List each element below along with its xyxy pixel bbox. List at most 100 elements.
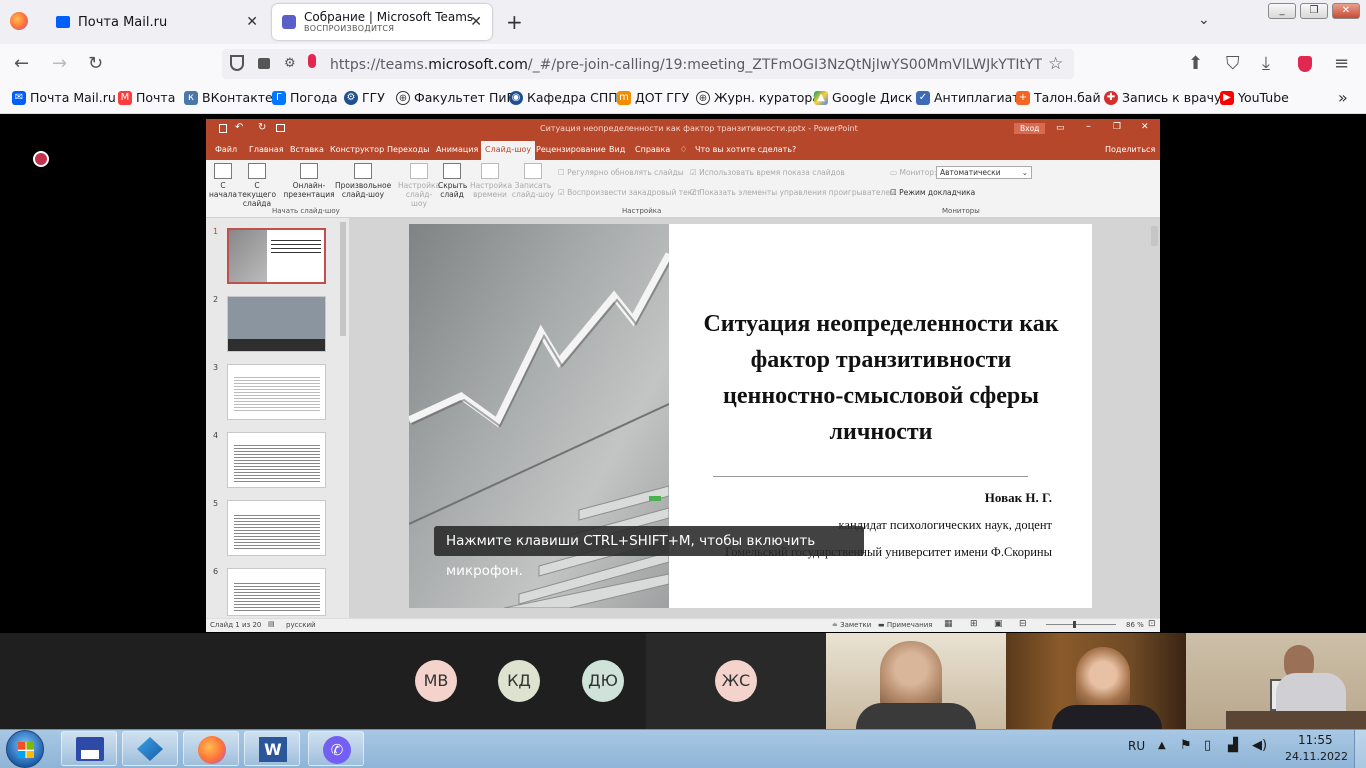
bookmark-item[interactable]: ✓ Антиплагиат (916, 90, 1020, 105)
clock-time[interactable]: 11:55 (1298, 733, 1333, 747)
participant-video[interactable] (1006, 633, 1186, 729)
device-icon[interactable]: ▯ (1204, 738, 1211, 753)
bookmark-item[interactable]: ▲ Google Диск (814, 90, 912, 105)
menu-review[interactable]: Рецензирование (536, 145, 606, 154)
bookmark-item[interactable]: ✚ Запись к врачу (1104, 90, 1221, 105)
input-language[interactable]: RU (1128, 739, 1145, 753)
menu-help[interactable]: Справка (635, 145, 670, 154)
normal-view-icon[interactable]: ▦ (944, 619, 953, 629)
tab-list-chevron-icon[interactable]: ⌄ (1198, 12, 1210, 28)
taskbar-app-firefox[interactable] (183, 731, 239, 766)
start-button[interactable] (6, 730, 44, 768)
addon-shield-icon[interactable] (1298, 56, 1312, 72)
ribbon-options-icon[interactable]: ▭ (1056, 123, 1065, 133)
bookmark-item[interactable]: ⊕ Журн. куратора (696, 90, 820, 105)
signal-icon[interactable]: ▟ (1228, 738, 1238, 753)
thumbnail-slide-6[interactable] (227, 568, 326, 616)
thumbnail-slide-5[interactable] (227, 500, 326, 556)
slideshow-view-icon[interactable]: ⊟ (1019, 619, 1027, 629)
reading-view-icon[interactable]: ▣ (994, 619, 1003, 629)
taskbar-app-network[interactable] (122, 731, 178, 766)
firefox-icon[interactable] (10, 12, 28, 30)
notes-button[interactable]: ≐ Заметки (832, 621, 871, 629)
ppt-restore-icon[interactable]: ❐ (1113, 122, 1121, 132)
menu-icon[interactable]: ≡ (1334, 53, 1349, 74)
checkbox-refresh[interactable]: ☐ Регулярно обновлять слайды (558, 168, 684, 177)
thumbnail-slide-4[interactable] (227, 432, 326, 488)
restore-button[interactable]: ❐ (1300, 3, 1328, 19)
download-icon[interactable]: ⤓ (1262, 53, 1270, 74)
zoom-level[interactable]: 86 % (1126, 621, 1144, 629)
bookmark-item[interactable]: ◉ Кафедра СПП (509, 90, 618, 105)
menu-slideshow[interactable]: Слайд-шоу (481, 141, 536, 160)
thumbnail-slide-1[interactable] (227, 228, 326, 284)
flag-icon[interactable]: ⚑ (1180, 738, 1192, 753)
zoom-slider[interactable] (1046, 624, 1116, 625)
permissions-icon[interactable]: ⚙ (284, 56, 296, 71)
comments-button[interactable]: ▬ Примечания (878, 621, 932, 629)
shield-icon[interactable] (230, 55, 244, 71)
custom-show-button[interactable]: Произвольное слайд-шоу (335, 163, 391, 199)
menu-home[interactable]: Главная (249, 145, 284, 154)
minimize-button[interactable]: _ (1268, 3, 1296, 19)
microphone-icon[interactable] (308, 54, 316, 68)
url-text[interactable]: https://teams.microsoft.com/_#/pre-join-… (330, 57, 1042, 73)
extension-icon[interactable]: ⬆ (1188, 53, 1203, 74)
participant-video[interactable] (826, 633, 1006, 729)
taskbar-app-save[interactable] (61, 731, 117, 766)
save-icon[interactable] (219, 124, 227, 133)
rehearse-timings-button[interactable]: Настройка времени (470, 163, 512, 199)
show-desktop-button[interactable] (1354, 730, 1366, 768)
taskbar-app-word[interactable]: W (244, 731, 300, 766)
reload-icon[interactable]: ↻ (88, 53, 103, 74)
ppt-minimize-icon[interactable]: – (1086, 121, 1091, 132)
participant-avatar[interactable]: КД (498, 660, 540, 702)
presenter-view-checkbox[interactable]: ☐ Режим докладчика (890, 188, 975, 197)
setup-show-button[interactable]: Настройка слайд-шоу (398, 163, 440, 208)
close-window-button[interactable]: ✕ (1332, 3, 1360, 19)
lock-icon[interactable] (258, 58, 270, 69)
spellcheck-icon[interactable]: ▤ (268, 620, 275, 628)
menu-insert[interactable]: Вставка (290, 145, 324, 154)
redo-icon[interactable]: ↻ (258, 122, 266, 133)
menu-file[interactable]: Файл (215, 145, 237, 154)
from-start-button[interactable]: С начала (209, 163, 237, 199)
checkbox-timings[interactable]: ☑ Использовать время показа слайдов (690, 168, 845, 177)
pocket-icon[interactable]: ⛉ (1226, 53, 1240, 74)
participant-avatar[interactable]: ДЮ (582, 660, 624, 702)
language-label[interactable]: русский (286, 621, 316, 629)
bookmark-item[interactable]: ✉ Почта Mail.ru (12, 90, 116, 105)
sorter-view-icon[interactable]: ⊞ (970, 619, 978, 629)
tell-me-input[interactable]: Что вы хотите сделать? (695, 145, 796, 154)
forward-icon[interactable]: → (52, 53, 67, 74)
slide-scrollbar[interactable] (1151, 226, 1158, 246)
bookmark-item[interactable]: к ВКонтакте (184, 90, 273, 105)
taskbar-app-viber[interactable]: ✆ (308, 731, 364, 766)
online-presentation-button[interactable]: Онлайн-презентация (281, 163, 337, 199)
participant-video[interactable] (1186, 633, 1366, 729)
bookmark-item[interactable]: ⊕ Факультет ПиП (396, 90, 516, 105)
signin-button[interactable]: Вход (1014, 123, 1046, 134)
undo-icon[interactable]: ↶ (235, 122, 243, 133)
from-current-button[interactable]: С текущего слайда (237, 163, 277, 208)
bookmark-item[interactable]: Г Погода (272, 90, 338, 105)
checkbox-media-controls[interactable]: ☑ Показать элементы управления проигрыва… (690, 188, 896, 197)
bookmark-item[interactable]: ⚙ ГГУ (344, 90, 385, 105)
ppt-close-icon[interactable]: ✕ (1141, 122, 1149, 132)
bookmark-item[interactable]: M Почта (118, 90, 175, 105)
fit-slide-icon[interactable]: ⊡ (1148, 619, 1156, 629)
zoom-slider-thumb[interactable] (1073, 621, 1076, 628)
close-tab-icon[interactable]: ✕ (470, 14, 482, 30)
bookmark-star-icon[interactable]: ☆ (1048, 54, 1063, 74)
start-show-icon[interactable] (276, 124, 285, 132)
menu-view[interactable]: Вид (609, 145, 625, 154)
menu-design[interactable]: Конструктор (330, 145, 384, 154)
back-icon[interactable]: ← (14, 53, 29, 74)
thumbnail-slide-3[interactable] (227, 364, 326, 420)
hide-slide-button[interactable]: Скрыть слайд (438, 163, 467, 199)
volume-icon[interactable]: ◀) (1252, 738, 1267, 753)
thumbnail-scrollbar[interactable] (340, 222, 346, 336)
thumbnail-slide-2[interactable] (227, 296, 326, 352)
close-tab-icon[interactable]: ✕ (246, 14, 258, 30)
bookmark-item[interactable]: m ДОТ ГГУ (617, 90, 689, 105)
